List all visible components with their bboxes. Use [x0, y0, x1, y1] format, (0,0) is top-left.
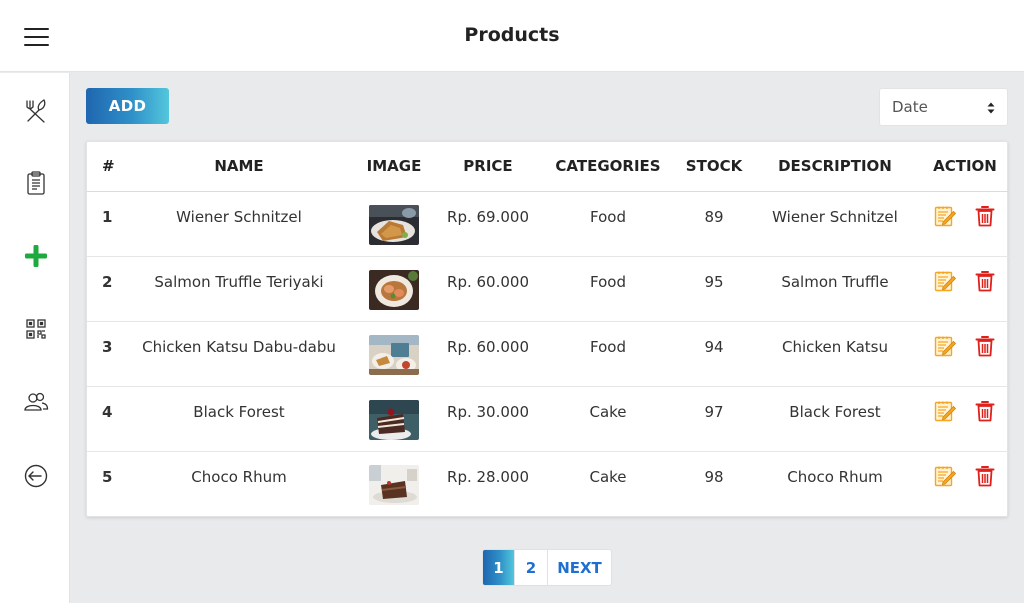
product-image [369, 399, 419, 440]
page-2-button[interactable]: 2 [514, 550, 547, 585]
product-category: Food [537, 256, 679, 322]
product-stock: 98 [704, 467, 724, 486]
edit-icon[interactable] [933, 399, 957, 423]
product-category: Food [537, 321, 679, 387]
products-table-card: # NAME IMAGE PRICE CATEGORIES STOCK DESC… [86, 141, 1009, 517]
logout-icon[interactable] [22, 462, 50, 490]
next-page-button[interactable]: NEXT [547, 550, 611, 585]
product-name: Wiener Schnitzel [129, 191, 349, 257]
product-stock: 97 [679, 386, 749, 452]
product-category: Cake [589, 467, 627, 486]
product-stock: 94 [679, 321, 749, 387]
row-number: 3 [87, 321, 129, 387]
table-row: 5 Choco Rhum Rp. 28.000 Cake 98 Choco Rh… [87, 451, 1009, 516]
product-description: Black Forest [749, 386, 921, 452]
table-row: 3 Chicken Katsu Dabu-dabu Rp. 60.000 Foo… [87, 321, 1009, 387]
product-name: Chicken Katsu Dabu-dabu [129, 321, 349, 387]
product-image [369, 269, 419, 310]
product-name: Black Forest [129, 386, 349, 452]
table-row: 1 Wiener Schnitzel Rp. 69.000 Food 89 Wi… [87, 191, 1009, 257]
delete-icon[interactable] [973, 204, 997, 228]
pagination: 1 2 NEXT [482, 549, 612, 586]
product-price: Rp. 28.000 [447, 467, 529, 486]
table-row: 4 Black Forest Rp. 30.000 Cake 97 Black … [87, 386, 1009, 452]
delete-icon[interactable] [973, 399, 997, 423]
food-menu-icon[interactable] [22, 97, 50, 125]
product-stock: 95 [679, 256, 749, 322]
delete-icon[interactable] [973, 334, 997, 358]
edit-icon[interactable] [933, 204, 957, 228]
product-price: Rp. 60.000 [439, 321, 537, 387]
column-header: NAME [129, 142, 349, 192]
product-description: Wiener Schnitzel [749, 191, 921, 257]
product-stock: 89 [679, 191, 749, 257]
edit-icon[interactable] [933, 334, 957, 358]
product-name: Choco Rhum [191, 467, 287, 486]
column-header: PRICE [439, 142, 537, 192]
product-description: Salmon Truffle [749, 256, 921, 322]
product-price: Rp. 30.000 [439, 386, 537, 452]
product-category: Food [537, 191, 679, 257]
edit-icon[interactable] [933, 464, 957, 488]
product-image [369, 464, 419, 505]
column-header: DESCRIPTION [749, 142, 921, 192]
product-image [369, 204, 419, 245]
product-name: Salmon Truffle Teriyaki [129, 256, 349, 322]
select-caret-icon [987, 102, 995, 114]
product-image [369, 334, 419, 375]
column-header: STOCK [679, 142, 749, 192]
sidebar [0, 73, 70, 603]
product-price: Rp. 60.000 [439, 256, 537, 322]
add-button[interactable]: ADD [86, 88, 169, 124]
sort-select[interactable]: Date [879, 88, 1008, 126]
users-icon[interactable] [22, 388, 50, 416]
row-number: 5 [102, 467, 113, 486]
column-header: IMAGE [349, 142, 439, 192]
qr-code-icon[interactable] [22, 315, 50, 343]
delete-icon[interactable] [973, 269, 997, 293]
add-icon[interactable] [22, 242, 50, 270]
row-number: 4 [87, 386, 129, 452]
page-title: Products [464, 24, 560, 46]
page-1-button[interactable]: 1 [483, 550, 514, 585]
table-header-row: # NAME IMAGE PRICE CATEGORIES STOCK DESC… [87, 142, 1009, 192]
table-row: 2 Salmon Truffle Teriyaki Rp. 60.000 Foo… [87, 256, 1009, 322]
product-price: Rp. 69.000 [439, 191, 537, 257]
product-description: Choco Rhum [787, 467, 883, 486]
row-number: 2 [87, 256, 129, 322]
column-header: ACTION [921, 142, 1009, 192]
row-number: 1 [87, 191, 129, 257]
sort-select-value: Date [892, 98, 928, 116]
products-table: # NAME IMAGE PRICE CATEGORIES STOCK DESC… [87, 142, 1009, 516]
product-description: Chicken Katsu [749, 321, 921, 387]
top-bar: Products [0, 0, 1024, 72]
column-header: CATEGORIES [537, 142, 679, 192]
clipboard-icon[interactable] [22, 169, 50, 197]
delete-icon[interactable] [973, 464, 997, 488]
product-category: Cake [537, 386, 679, 452]
edit-icon[interactable] [933, 269, 957, 293]
column-header: # [87, 142, 129, 192]
